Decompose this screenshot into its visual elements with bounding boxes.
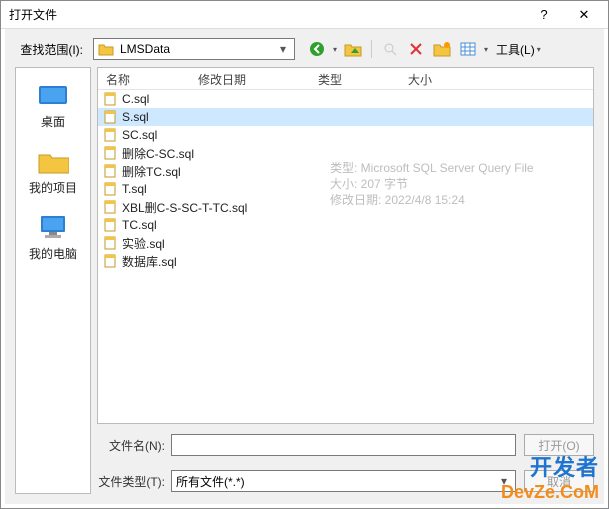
sql-file-icon bbox=[102, 254, 118, 268]
filetype-combo[interactable]: 所有文件(*.*) ▾ bbox=[171, 470, 516, 492]
dialog-body: 查找范围(I): LMSData ▾ ▾ ▾ 工具(L) bbox=[1, 29, 608, 508]
open-file-dialog: 打开文件 ? ✕ 查找范围(I): LMSData ▾ ▾ bbox=[0, 0, 609, 509]
sql-file-icon bbox=[102, 110, 118, 124]
filetype-label: 文件类型(T): bbox=[97, 473, 171, 490]
places-bar: 桌面 我的项目 我的电脑 bbox=[15, 67, 91, 494]
sql-file-icon bbox=[102, 164, 118, 178]
delete-button[interactable] bbox=[406, 39, 426, 59]
search-button bbox=[380, 39, 400, 59]
file-row[interactable]: XBL删C-S-SC-T-TC.sql bbox=[98, 198, 593, 216]
file-name: S.sql bbox=[122, 110, 149, 124]
cancel-button[interactable]: 取消 bbox=[524, 470, 594, 492]
file-listview[interactable]: 名称 修改日期 类型 大小 C.sql S.sql SC.sql 删除C-SC.sql… bbox=[97, 67, 594, 424]
filename-input[interactable] bbox=[171, 434, 516, 456]
file-name: 删除TC.sql bbox=[122, 163, 181, 180]
views-dropdown-icon[interactable]: ▾ bbox=[484, 45, 488, 54]
file-row[interactable]: 删除C-SC.sql bbox=[98, 144, 593, 162]
separator bbox=[371, 40, 372, 58]
chevron-down-icon: ▾ bbox=[537, 45, 541, 54]
folder-icon bbox=[37, 148, 69, 176]
sql-file-icon bbox=[102, 92, 118, 106]
file-row[interactable]: 数据库.sql bbox=[98, 252, 593, 270]
file-rows: C.sql S.sql SC.sql 删除C-SC.sql删除TC.sql T.sql X… bbox=[98, 90, 593, 270]
chevron-down-icon: ▾ bbox=[276, 42, 290, 56]
sql-file-icon bbox=[102, 146, 118, 160]
lookin-value: LMSData bbox=[120, 42, 276, 56]
file-name: 实验.sql bbox=[122, 235, 165, 252]
file-name: SC.sql bbox=[122, 128, 157, 142]
main-area: 桌面 我的项目 我的电脑 名称 修改日期 类型 大小 bbox=[15, 67, 594, 494]
file-row[interactable]: TC.sql bbox=[98, 216, 593, 234]
folder-icon bbox=[98, 41, 114, 57]
sql-file-icon bbox=[102, 200, 118, 214]
file-name: T.sql bbox=[122, 182, 147, 196]
place-projects[interactable]: 我的项目 bbox=[18, 142, 88, 202]
desktop-icon bbox=[37, 82, 69, 110]
place-desktop[interactable]: 桌面 bbox=[18, 76, 88, 136]
file-name: XBL删C-S-SC-T-TC.sql bbox=[122, 199, 247, 216]
file-name: TC.sql bbox=[122, 218, 157, 232]
chevron-down-icon: ▾ bbox=[497, 474, 511, 488]
lookin-label: 查找范围(I): bbox=[15, 41, 87, 58]
filetype-value: 所有文件(*.*) bbox=[176, 473, 497, 490]
file-row[interactable]: 实验.sql bbox=[98, 234, 593, 252]
file-name: 数据库.sql bbox=[122, 253, 177, 270]
file-row[interactable]: S.sql bbox=[98, 108, 593, 126]
sql-file-icon bbox=[102, 182, 118, 196]
tools-dropdown[interactable]: 工具(L) ▾ bbox=[494, 41, 543, 58]
bottom-panel: 文件名(N): 打开(O) 文件类型(T): 所有文件(*.*) ▾ 取消 bbox=[97, 424, 594, 494]
lookin-row: 查找范围(I): LMSData ▾ ▾ ▾ 工具(L) bbox=[15, 35, 594, 63]
file-row[interactable]: T.sql bbox=[98, 180, 593, 198]
place-label: 桌面 bbox=[41, 113, 65, 130]
place-label: 我的项目 bbox=[29, 179, 77, 196]
lookin-combo[interactable]: LMSData ▾ bbox=[93, 38, 295, 60]
titlebar: 打开文件 ? ✕ bbox=[1, 1, 608, 29]
col-date[interactable]: 修改日期 bbox=[190, 68, 310, 89]
computer-icon bbox=[37, 214, 69, 242]
column-headers: 名称 修改日期 类型 大小 bbox=[98, 68, 593, 90]
col-type[interactable]: 类型 bbox=[310, 68, 400, 89]
sql-file-icon bbox=[102, 218, 118, 232]
file-row[interactable]: 删除TC.sql bbox=[98, 162, 593, 180]
help-button[interactable]: ? bbox=[524, 2, 564, 28]
col-name[interactable]: 名称 bbox=[98, 68, 190, 89]
file-row[interactable]: SC.sql bbox=[98, 126, 593, 144]
sql-file-icon bbox=[102, 128, 118, 142]
open-button[interactable]: 打开(O) bbox=[524, 434, 594, 456]
file-name: 删除C-SC.sql bbox=[122, 145, 194, 162]
filename-label: 文件名(N): bbox=[97, 437, 171, 454]
new-folder-button[interactable] bbox=[432, 39, 452, 59]
sql-file-icon bbox=[102, 236, 118, 250]
list-area: 名称 修改日期 类型 大小 C.sql S.sql SC.sql 删除C-SC.sql… bbox=[97, 67, 594, 494]
window-title: 打开文件 bbox=[9, 6, 524, 23]
tools-label: 工具(L) bbox=[496, 41, 535, 58]
filetype-row: 文件类型(T): 所有文件(*.*) ▾ 取消 bbox=[97, 468, 594, 494]
views-button[interactable] bbox=[458, 39, 478, 59]
back-button[interactable] bbox=[307, 39, 327, 59]
place-computer[interactable]: 我的电脑 bbox=[18, 208, 88, 268]
file-name: C.sql bbox=[122, 92, 149, 106]
file-row[interactable]: C.sql bbox=[98, 90, 593, 108]
close-button[interactable]: ✕ bbox=[564, 2, 604, 28]
toolbar: ▾ ▾ 工具(L) ▾ bbox=[307, 39, 543, 59]
place-label: 我的电脑 bbox=[29, 245, 77, 262]
col-size[interactable]: 大小 bbox=[400, 68, 460, 89]
back-dropdown-icon[interactable]: ▾ bbox=[333, 45, 337, 54]
up-button[interactable] bbox=[343, 39, 363, 59]
filename-row: 文件名(N): 打开(O) bbox=[97, 432, 594, 458]
